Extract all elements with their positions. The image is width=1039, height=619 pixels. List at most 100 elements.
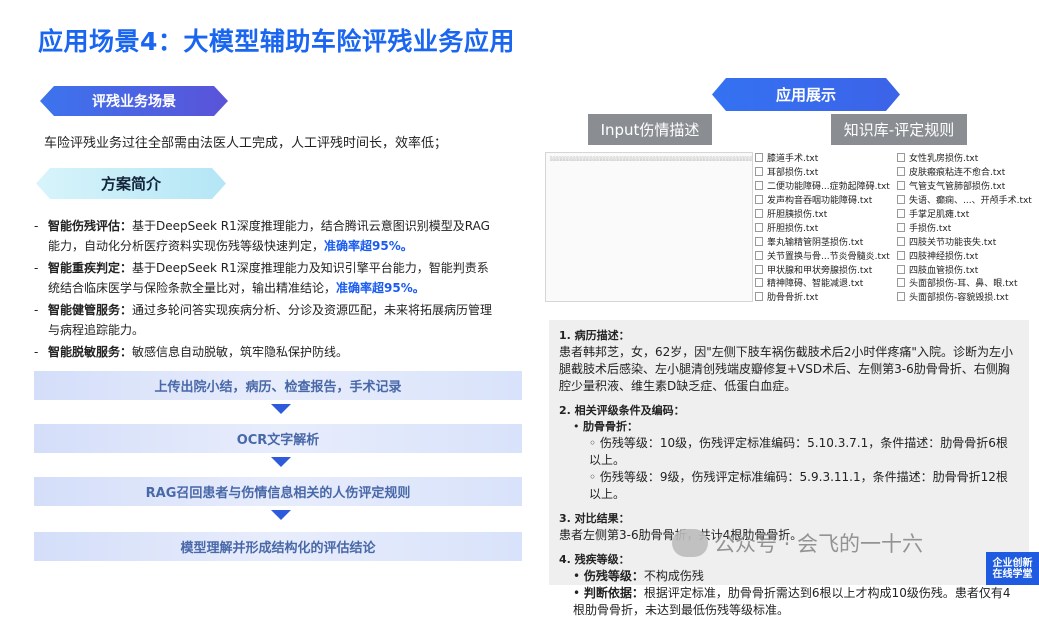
file-icon — [755, 153, 763, 163]
page-title: 应用场景4：大模型辅助车险评残业务应用 — [38, 27, 515, 56]
kb-file[interactable]: 四肢关节功能丧失.txt — [897, 234, 1032, 248]
file-icon — [897, 264, 905, 274]
kb-file[interactable]: 气管支气管肺部损伤.txt — [897, 179, 1032, 193]
condition-line: ◦ 伤残等级：9级，伤残评定标准编码：5.9.3.11.1，条件描述：肋骨骨折1… — [589, 470, 1008, 501]
condition-line: ◦ 伤残等级：10级，伤残评定标准编码：5.10.3.7.1，条件描述：肋骨骨折… — [589, 436, 1008, 467]
file-icon — [897, 181, 905, 191]
file-icon — [755, 222, 763, 232]
plan-item-label: 智能健管服务： — [48, 303, 133, 317]
bullet-dash: - — [34, 345, 39, 359]
file-icon — [755, 250, 763, 260]
flow-step-rag: RAG召回患者与伤情信息相关的人伤评定规则 — [34, 477, 522, 506]
plan-tag: 方案简介 — [36, 168, 226, 199]
kb-file-name: 甲状腺和甲状旁腺损伤.txt — [767, 265, 873, 276]
file-icon — [755, 264, 763, 274]
file-icon — [897, 222, 905, 232]
demo-tag: 应用展示 — [712, 78, 900, 111]
kb-file[interactable]: 头面部损伤-容貌毁损.txt — [897, 290, 1032, 304]
condition-group: • 肋骨骨折： — [573, 420, 638, 433]
condition-text: 伤残等级：9级，伤残评定标准编码：5.9.3.11.1，条件描述：肋骨骨折12根… — [589, 470, 1008, 501]
kb-file[interactable]: 头面部损伤-耳、鼻、眼.txt — [897, 276, 1032, 290]
disability-level: • 伤残等级：不构成伤残 — [573, 569, 704, 583]
plan-item: - 智能脱敏服务：敏感信息自动脱敏，筑牢隐私保护防线。 — [34, 342, 494, 362]
kb-file[interactable]: 女性乳房损伤.txt — [897, 151, 1032, 165]
kb-file[interactable]: 耳部损伤.txt — [755, 165, 890, 179]
flow-step-model: 模型理解并形成结构化的评估结论 — [34, 532, 522, 561]
kb-file[interactable]: 精神障碍、智能减退.txt — [755, 276, 890, 290]
file-icon — [897, 167, 905, 177]
kb-file-name: 女性乳房损伤.txt — [909, 154, 979, 165]
kb-file-name: 精神障碍、智能减退.txt — [767, 279, 864, 290]
kb-file-name: 四肢血管损伤.txt — [909, 265, 979, 276]
kb-file[interactable]: 肝胆胰损伤.txt — [755, 207, 890, 221]
knowledge-base-label: 知识库-评定规则 — [831, 114, 967, 145]
kb-file[interactable]: 四肢神经损伤.txt — [897, 248, 1032, 262]
judgement-basis: • 判断依据：根据评定标准，肋骨骨折需达到6根以上才构成10级伤残。患者仅有4根… — [573, 586, 1011, 617]
watermark: 公众号 · 会飞的一十六 — [672, 528, 923, 558]
section-title: 2. 相关评级条件及编码： — [559, 404, 685, 417]
bullet-dash: - — [34, 219, 39, 233]
flow-step-upload: 上传出院小结，病历、检查报告，手术记录 — [34, 371, 522, 400]
section-title: 3. 对比结果： — [559, 512, 630, 525]
kb-file-name: 气管支气管肺部损伤.txt — [909, 182, 1006, 193]
kb-file[interactable]: 手掌足肌瘫.txt — [897, 207, 1032, 221]
file-icon — [755, 292, 763, 302]
input-label: Input伤情描述 — [588, 114, 712, 145]
kb-file[interactable]: 甲状腺和甲状旁腺损伤.txt — [755, 262, 890, 276]
plan-item-text: 敏感信息自动脱敏，筑牢隐私保护防线。 — [132, 345, 349, 359]
kb-file-list-right: 女性乳房损伤.txt 皮肤瘢痕粘连不愈合.txt 气管支气管肺部损伤.txt 失… — [897, 151, 1032, 304]
kb-file[interactable]: 二便功能障碍...症勃起障碍.txt — [755, 179, 890, 193]
file-icon — [897, 250, 905, 260]
kb-file-name: 关节置换与骨...节炎骨髓炎.txt — [767, 251, 890, 262]
kb-file-name: 睾丸输精管阴茎损伤.txt — [767, 237, 864, 248]
accuracy-highlight: 准确率超95%。 — [324, 239, 413, 253]
kb-file-name: 二便功能障碍...症勃起障碍.txt — [767, 182, 890, 193]
condition-text: 伤残等级：10级，伤残评定标准编码：5.10.3.7.1，条件描述：肋骨骨折6根… — [589, 436, 1008, 467]
kb-file[interactable]: 膝道手术.txt — [755, 151, 890, 165]
kb-file-name: 耳部损伤.txt — [767, 168, 819, 179]
wechat-icon — [672, 529, 708, 557]
plan-item: - 智能健管服务：通过多轮问答实现疾病分析、分诊及资源匹配，未来将拓展病历管理与… — [34, 300, 494, 340]
watermark-text: 公众号 · 会飞的一十六 — [714, 532, 924, 556]
kb-file[interactable]: 手损伤.txt — [897, 220, 1032, 234]
file-icon — [897, 209, 905, 218]
field-label: 伤残等级： — [583, 569, 644, 583]
plan-item-label: 智能伤残评估： — [48, 219, 133, 233]
file-icon — [755, 167, 763, 177]
flow-arrow-icon — [271, 510, 291, 520]
kb-file[interactable]: 睾丸输精管阴茎损伤.txt — [755, 234, 890, 248]
kb-file-name: 膝道手术.txt — [767, 154, 819, 165]
field-value: 不构成伤残 — [643, 569, 704, 583]
file-icon — [897, 236, 905, 246]
section-title: 1. 病历描述： — [559, 329, 630, 342]
kb-file[interactable]: 肋骨骨折.txt — [755, 290, 890, 304]
kb-file-list-left: 膝道手术.txt 耳部损伤.txt 二便功能障碍...症勃起障碍.txt 发声构… — [755, 151, 890, 304]
plan-item: - 智能重疾判定：基于DeepSeek R1深度推理能力及知识引擎平台能力，智能… — [34, 258, 494, 298]
file-icon — [755, 195, 763, 205]
kb-file[interactable]: 肝胆损伤.txt — [755, 220, 890, 234]
file-icon — [755, 209, 763, 218]
kb-file[interactable]: 四肢血管损伤.txt — [897, 262, 1032, 276]
file-icon — [897, 278, 905, 288]
bullet-dash: - — [34, 261, 39, 275]
kb-file-name: 发声构音吞咽功能障碍.txt — [767, 196, 873, 207]
kb-file[interactable]: 失语、癫痫、...、开颅手术.txt — [897, 193, 1032, 207]
kb-file[interactable]: 发声构音吞咽功能障碍.txt — [755, 193, 890, 207]
plan-item-label: 智能脱敏服务： — [48, 345, 133, 359]
kb-file-name: 肋骨骨折.txt — [767, 293, 819, 304]
kb-file-name: 四肢关节功能丧失.txt — [909, 237, 997, 248]
field-label: 判断依据： — [583, 586, 644, 600]
plan-item-label: 智能重疾判定： — [48, 261, 133, 275]
kb-file-name: 头面部损伤-容貌毁损.txt — [909, 293, 1009, 304]
file-icon — [897, 292, 905, 302]
flow-arrow-icon — [271, 457, 291, 467]
brand-logo: 企业创新 在线学堂 — [986, 552, 1039, 585]
plan-item: - 智能伤残评估：基于DeepSeek R1深度推理能力，结合腾讯云意图识别模型… — [34, 216, 494, 256]
bullet-dash: - — [34, 303, 39, 317]
file-icon — [897, 153, 905, 163]
kb-file[interactable]: 皮肤瘢痕粘连不愈合.txt — [897, 165, 1032, 179]
kb-file[interactable]: 关节置换与骨...节炎骨髓炎.txt — [755, 248, 890, 262]
kb-file-name: 失语、癫痫、...、开颅手术.txt — [909, 196, 1032, 207]
case-description: 患者韩邦芝，女，62岁，因"左侧下肢车祸伤截肢术后2小时伴疼痛"入院。诊断为左小… — [559, 345, 1013, 393]
input-document-thumbnail: ░░░░░░░░░░░░░░░░░░░░░░░░░░░░░░░░░░░░░░░░… — [545, 152, 753, 302]
